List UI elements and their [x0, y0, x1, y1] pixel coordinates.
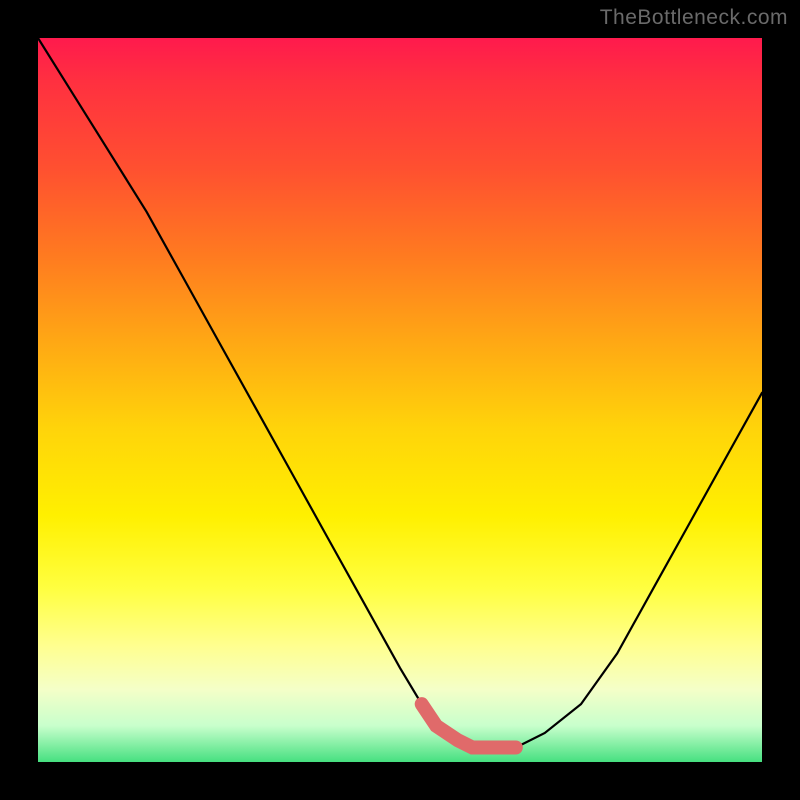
chart-plot-area — [38, 38, 762, 762]
chart-highlight-segment — [422, 704, 516, 747]
chart-svg — [38, 38, 762, 762]
chart-curve — [38, 38, 762, 748]
watermark-text: TheBottleneck.com — [600, 6, 788, 30]
chart-frame: TheBottleneck.com — [0, 0, 800, 800]
